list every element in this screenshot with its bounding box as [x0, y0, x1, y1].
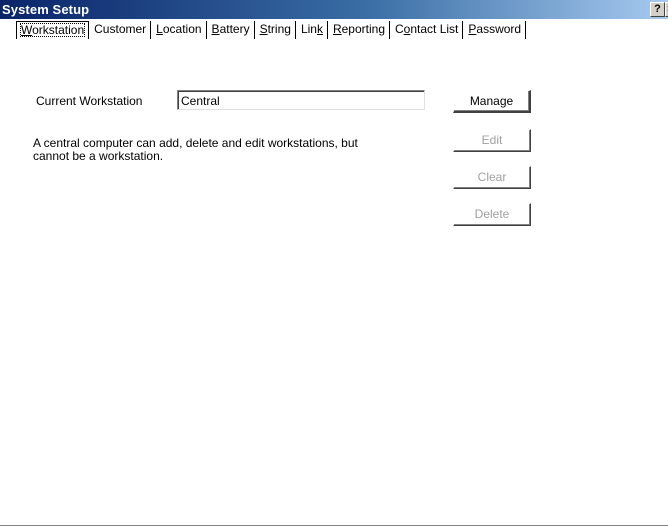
tab-divider — [0, 39, 668, 40]
tab-link[interactable]: Link — [295, 21, 328, 39]
edit-button[interactable]: Edit — [453, 129, 531, 152]
manage-button[interactable]: Manage — [453, 90, 531, 113]
tab-reporting[interactable]: Reporting — [327, 21, 390, 39]
tab-label: Battery — [211, 22, 250, 36]
tab-string[interactable]: String — [254, 21, 296, 39]
current-workstation-input[interactable] — [177, 90, 425, 110]
current-workstation-label: Current Workstation — [36, 94, 143, 108]
delete-button[interactable]: Delete — [453, 203, 531, 226]
title-bar: System Setup ? × — [0, 0, 668, 19]
tab-contact-list[interactable]: Contact List — [390, 21, 464, 39]
tab-location[interactable]: Location — [151, 21, 207, 39]
tab-label: Workstation — [20, 23, 86, 37]
tab-label: Location — [156, 22, 202, 36]
tab-strip: Workstation Customer Location Battery St… — [16, 21, 527, 39]
help-button[interactable]: ? — [650, 2, 665, 17]
tab-label: String — [259, 22, 291, 36]
tab-label: Password — [468, 22, 522, 36]
tab-battery[interactable]: Battery — [206, 21, 255, 39]
tab-label: Customer — [94, 22, 147, 36]
tab-workstation[interactable]: Workstation — [16, 21, 90, 39]
tab-label: Link — [300, 22, 323, 36]
workstation-description: A central computer can add, delete and e… — [33, 137, 433, 163]
description-line: cannot be a workstation. — [33, 149, 164, 163]
tab-label: Reporting — [332, 22, 385, 36]
system-setup-window: System Setup ? × Workstation Customer Lo… — [0, 0, 668, 529]
window-title: System Setup — [2, 2, 90, 17]
tab-password[interactable]: Password — [463, 21, 527, 39]
tab-customer[interactable]: Customer — [89, 21, 152, 39]
clear-button[interactable]: Clear — [453, 166, 531, 189]
bottom-divider — [0, 525, 668, 526]
tab-label: Contact List — [395, 22, 459, 36]
